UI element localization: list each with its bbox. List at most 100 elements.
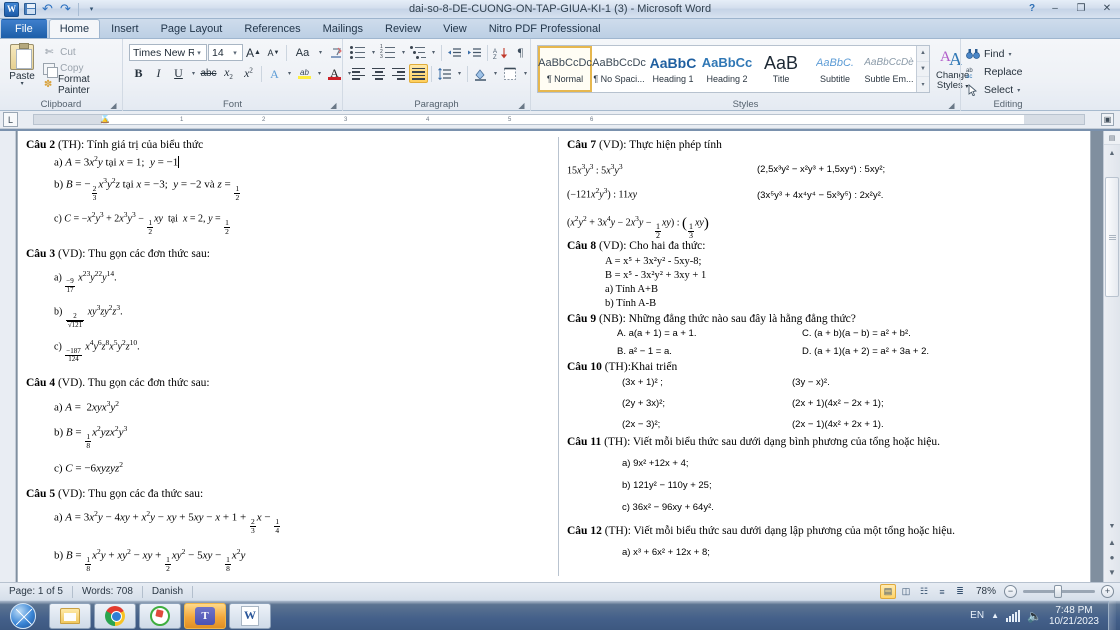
page-indicator[interactable]: Page: 1 of 5: [0, 583, 72, 601]
clock[interactable]: 7:48 PM 10/21/2023: [1049, 605, 1101, 627]
previous-page-button[interactable]: ▲: [1104, 535, 1120, 550]
save-icon[interactable]: [22, 2, 37, 17]
font-name-combo[interactable]: Times New Rom▾: [129, 44, 207, 61]
align-left-icon[interactable]: [349, 64, 368, 83]
shrink-font-button[interactable]: A ▼: [264, 43, 283, 62]
sort-icon[interactable]: AZ: [491, 43, 510, 62]
style-normal[interactable]: AaBbCcDc ¶ Normal: [538, 46, 592, 92]
format-painter-button[interactable]: ✽ Format Painter: [42, 74, 118, 96]
chevron-down-icon[interactable]: ▾: [189, 64, 198, 83]
style-heading-2[interactable]: AaBbCc Heading 2: [700, 46, 754, 92]
print-layout-view-button[interactable]: ▤: [879, 584, 896, 599]
find-button[interactable]: Find ▾: [965, 46, 1023, 62]
paste-button[interactable]: Paste ▾: [4, 43, 40, 87]
minimize-button[interactable]: –: [1042, 0, 1068, 18]
chevron-down-icon[interactable]: ▾: [521, 64, 530, 83]
taskbar-green-app[interactable]: [139, 602, 181, 629]
underline-button[interactable]: U: [169, 64, 188, 83]
next-page-button[interactable]: ▼: [1104, 565, 1120, 580]
help-icon[interactable]: ?: [1022, 0, 1042, 18]
style-title[interactable]: AaB Title: [754, 46, 808, 92]
cut-button[interactable]: ✄ Cut: [42, 45, 118, 60]
select-browse-object-button[interactable]: ●: [1104, 550, 1120, 565]
vertical-scrollbar[interactable]: ▤ ▲ ▼ ▲ ● ▼: [1103, 131, 1120, 582]
chevron-down-icon[interactable]: ▾: [21, 81, 24, 87]
taskbar-google-chrome[interactable]: [94, 602, 136, 629]
strikethrough-button[interactable]: abc: [199, 64, 218, 83]
subscript-button[interactable]: x2: [219, 64, 238, 83]
replace-button[interactable]: ab ac Replace: [965, 64, 1023, 80]
paragraph-dialog-launcher-icon[interactable]: ◢: [517, 101, 526, 110]
style-subtitle[interactable]: AaBbC. Subtitle: [808, 46, 862, 92]
scroll-thumb[interactable]: [1105, 177, 1119, 297]
scroll-up-icon[interactable]: ▲: [917, 46, 929, 62]
tab-home[interactable]: Home: [48, 19, 101, 38]
word-app-icon[interactable]: W: [4, 1, 19, 17]
tab-page-layout[interactable]: Page Layout: [150, 19, 234, 38]
justify-icon[interactable]: [409, 64, 428, 83]
select-button[interactable]: Select ▾: [965, 82, 1023, 98]
document-page[interactable]: Câu 2 (TH): Tính giá trị của biểu thức a…: [17, 131, 1091, 582]
draft-view-button[interactable]: ≣: [952, 584, 968, 599]
zoom-in-button[interactable]: +: [1101, 585, 1114, 598]
restore-button[interactable]: ❐: [1068, 0, 1094, 18]
grow-font-button[interactable]: A ▲: [244, 43, 263, 62]
line-spacing-icon[interactable]: [435, 64, 454, 83]
tab-review[interactable]: Review: [374, 19, 432, 38]
chevron-down-icon[interactable]: ▾: [399, 43, 408, 62]
taskbar-windows-explorer[interactable]: [49, 602, 91, 629]
volume-icon[interactable]: 🔈: [1027, 609, 1042, 623]
italic-button[interactable]: I: [149, 64, 168, 83]
chevron-down-icon[interactable]: ▾: [316, 43, 325, 62]
bold-button[interactable]: B: [129, 64, 148, 83]
font-dialog-launcher-icon[interactable]: ◢: [329, 101, 338, 110]
scroll-down-arrow[interactable]: ▼: [1104, 519, 1120, 534]
tab-mailings[interactable]: Mailings: [312, 19, 374, 38]
redo-icon[interactable]: ↷: [58, 1, 73, 17]
horizontal-ruler[interactable]: 1 2 3 4 5 6 ⌛: [33, 114, 1085, 125]
clipboard-dialog-launcher-icon[interactable]: ◢: [109, 101, 118, 110]
style-subtle-emphasis[interactable]: AaBbCcDè Subtle Em...: [862, 46, 916, 92]
borders-icon[interactable]: [501, 64, 520, 83]
undo-icon[interactable]: ↶: [40, 1, 55, 17]
word-count[interactable]: Words: 708: [73, 583, 142, 601]
style-no-spacing[interactable]: AaBbCcDc ¶ No Spaci...: [592, 46, 646, 92]
show-formatting-marks-icon[interactable]: ¶: [511, 43, 530, 62]
start-button[interactable]: [0, 601, 46, 630]
text-effects-button[interactable]: A: [265, 64, 284, 83]
close-button[interactable]: ✕: [1094, 0, 1120, 18]
split-bar-icon[interactable]: ▤: [1104, 131, 1120, 145]
more-styles-icon[interactable]: ▾: [917, 77, 929, 92]
tab-nitro-pdf-professional[interactable]: Nitro PDF Professional: [478, 19, 612, 38]
zoom-level[interactable]: 78%: [970, 586, 1002, 597]
chevron-down-icon[interactable]: ▾: [455, 64, 464, 83]
align-right-icon[interactable]: [389, 64, 408, 83]
tab-view[interactable]: View: [432, 19, 478, 38]
decrease-indent-icon[interactable]: [445, 43, 464, 62]
chevron-down-icon[interactable]: ▾: [315, 64, 324, 83]
outline-view-button[interactable]: ≡: [934, 584, 950, 599]
scroll-up-arrow[interactable]: ▲: [1104, 146, 1120, 161]
chevron-down-icon[interactable]: ▾: [491, 64, 500, 83]
shading-icon[interactable]: [471, 64, 490, 83]
view-ruler-button[interactable]: ▣: [1101, 113, 1114, 126]
web-layout-view-button[interactable]: ☷: [916, 584, 932, 599]
change-case-button[interactable]: Aa: [290, 43, 315, 62]
network-signal-icon[interactable]: [1005, 609, 1020, 622]
chevron-down-icon[interactable]: ▾: [285, 64, 294, 83]
font-size-combo[interactable]: 14 ▾: [208, 44, 243, 61]
styles-gallery-scrollbar[interactable]: ▲ ▼ ▾: [916, 46, 929, 92]
numbering-icon[interactable]: 123: [379, 43, 398, 62]
chevron-down-icon[interactable]: ▾: [369, 43, 378, 62]
taskbar-microsoft-word[interactable]: [229, 602, 271, 629]
full-screen-reading-view-button[interactable]: ◫: [898, 584, 914, 599]
scroll-down-icon[interactable]: ▼: [917, 62, 929, 78]
zoom-slider[interactable]: [1023, 585, 1095, 598]
styles-dialog-launcher-icon[interactable]: ◢: [947, 101, 956, 110]
chevron-down-icon[interactable]: ▾: [429, 43, 438, 62]
zoom-slider-thumb[interactable]: [1054, 585, 1062, 598]
multilevel-list-icon[interactable]: [409, 43, 428, 62]
taskbar-microsoft-teams[interactable]: T: [184, 602, 226, 629]
bullets-icon[interactable]: [349, 43, 368, 62]
show-desktop-button[interactable]: [1108, 600, 1116, 630]
